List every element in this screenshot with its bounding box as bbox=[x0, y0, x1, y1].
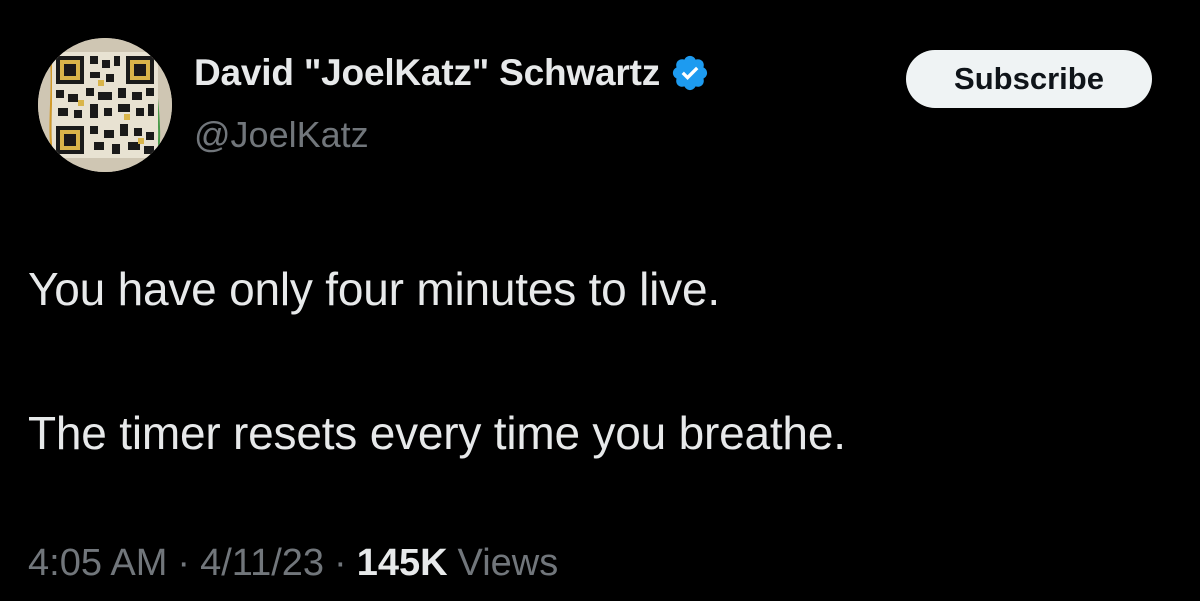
tweet-time[interactable]: 4:05 AM bbox=[28, 542, 167, 585]
tweet-date[interactable]: 4/11/23 bbox=[200, 542, 324, 585]
views-count[interactable]: 145K bbox=[357, 542, 448, 585]
tweet-text-line: You have only four minutes to live. bbox=[28, 263, 720, 315]
avatar[interactable] bbox=[38, 38, 172, 172]
meta-separator: · bbox=[177, 542, 191, 584]
qr-code-avatar-icon bbox=[38, 38, 172, 172]
display-name-row: David "JoelKatz" Schwartz bbox=[194, 52, 710, 94]
tweet-text-line: The timer resets every time you breathe. bbox=[28, 407, 846, 459]
tweet-meta: 4:05 AM · 4/11/23 · 145K Views bbox=[28, 542, 558, 585]
views-label: Views bbox=[457, 542, 559, 584]
author-handle[interactable]: @JoelKatz bbox=[194, 114, 369, 156]
subscribe-button[interactable]: Subscribe bbox=[906, 50, 1152, 108]
display-name[interactable]: David "JoelKatz" Schwartz bbox=[194, 52, 660, 94]
meta-separator: · bbox=[334, 542, 347, 584]
verified-badge-icon[interactable] bbox=[670, 53, 710, 93]
tweet-card: David "JoelKatz" Schwartz @JoelKatz Subs… bbox=[0, 0, 1200, 601]
